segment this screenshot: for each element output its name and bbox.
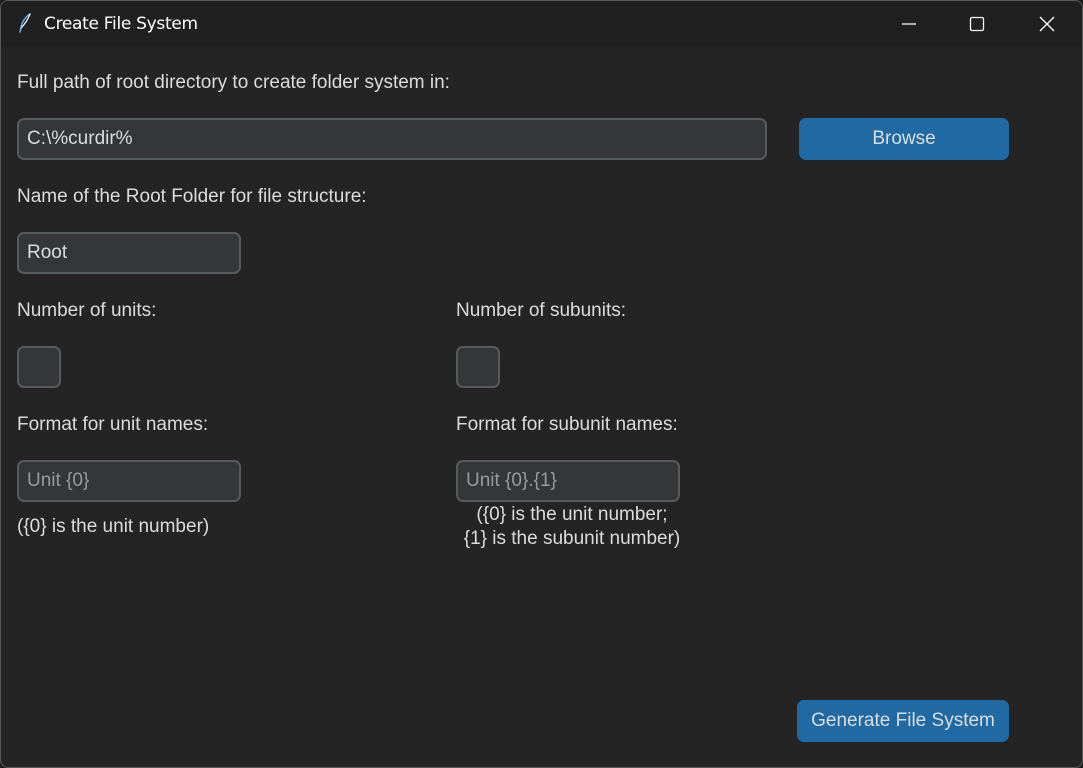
root-folder-input[interactable]: Root <box>17 232 241 274</box>
window-title: Create File System <box>44 14 198 34</box>
subunit-format-input[interactable]: Unit {0}.{1} <box>456 460 680 502</box>
subunits-count-input[interactable] <box>456 346 500 388</box>
minimize-button[interactable] <box>875 1 943 47</box>
root-path-label: Full path of root directory to create fo… <box>17 72 450 93</box>
subunit-format-note: ({0} is the unit number; {1} is the subu… <box>456 503 688 551</box>
subunits-count-label: Number of subunits: <box>456 300 627 321</box>
subunit-format-note-line1: ({0} is the unit number; <box>476 504 668 525</box>
unit-format-note: ({0} is the unit number) <box>17 516 210 537</box>
feather-icon <box>18 13 32 33</box>
close-button[interactable] <box>1013 1 1081 47</box>
units-count-input[interactable] <box>17 346 61 388</box>
subunit-format-note-line2: {1} is the subunit number) <box>463 528 681 549</box>
unit-format-input[interactable]: Unit {0} <box>17 460 241 502</box>
maximize-icon <box>969 16 985 32</box>
generate-file-system-button[interactable]: Generate File System <box>797 700 1009 742</box>
title-bar[interactable]: Create File System <box>1 1 1082 47</box>
root-path-input[interactable]: C:\%curdir% <box>17 118 767 160</box>
minimize-icon <box>901 16 917 32</box>
close-icon <box>1039 16 1055 32</box>
units-count-label: Number of units: <box>17 300 157 321</box>
root-folder-label: Name of the Root Folder for file structu… <box>17 186 367 207</box>
unit-format-label: Format for unit names: <box>17 414 209 435</box>
maximize-button[interactable] <box>943 1 1011 47</box>
app-window: Create File System Full path of root dir… <box>0 0 1083 768</box>
browse-button[interactable]: Browse <box>799 118 1009 160</box>
subunit-format-label: Format for subunit names: <box>456 414 678 435</box>
